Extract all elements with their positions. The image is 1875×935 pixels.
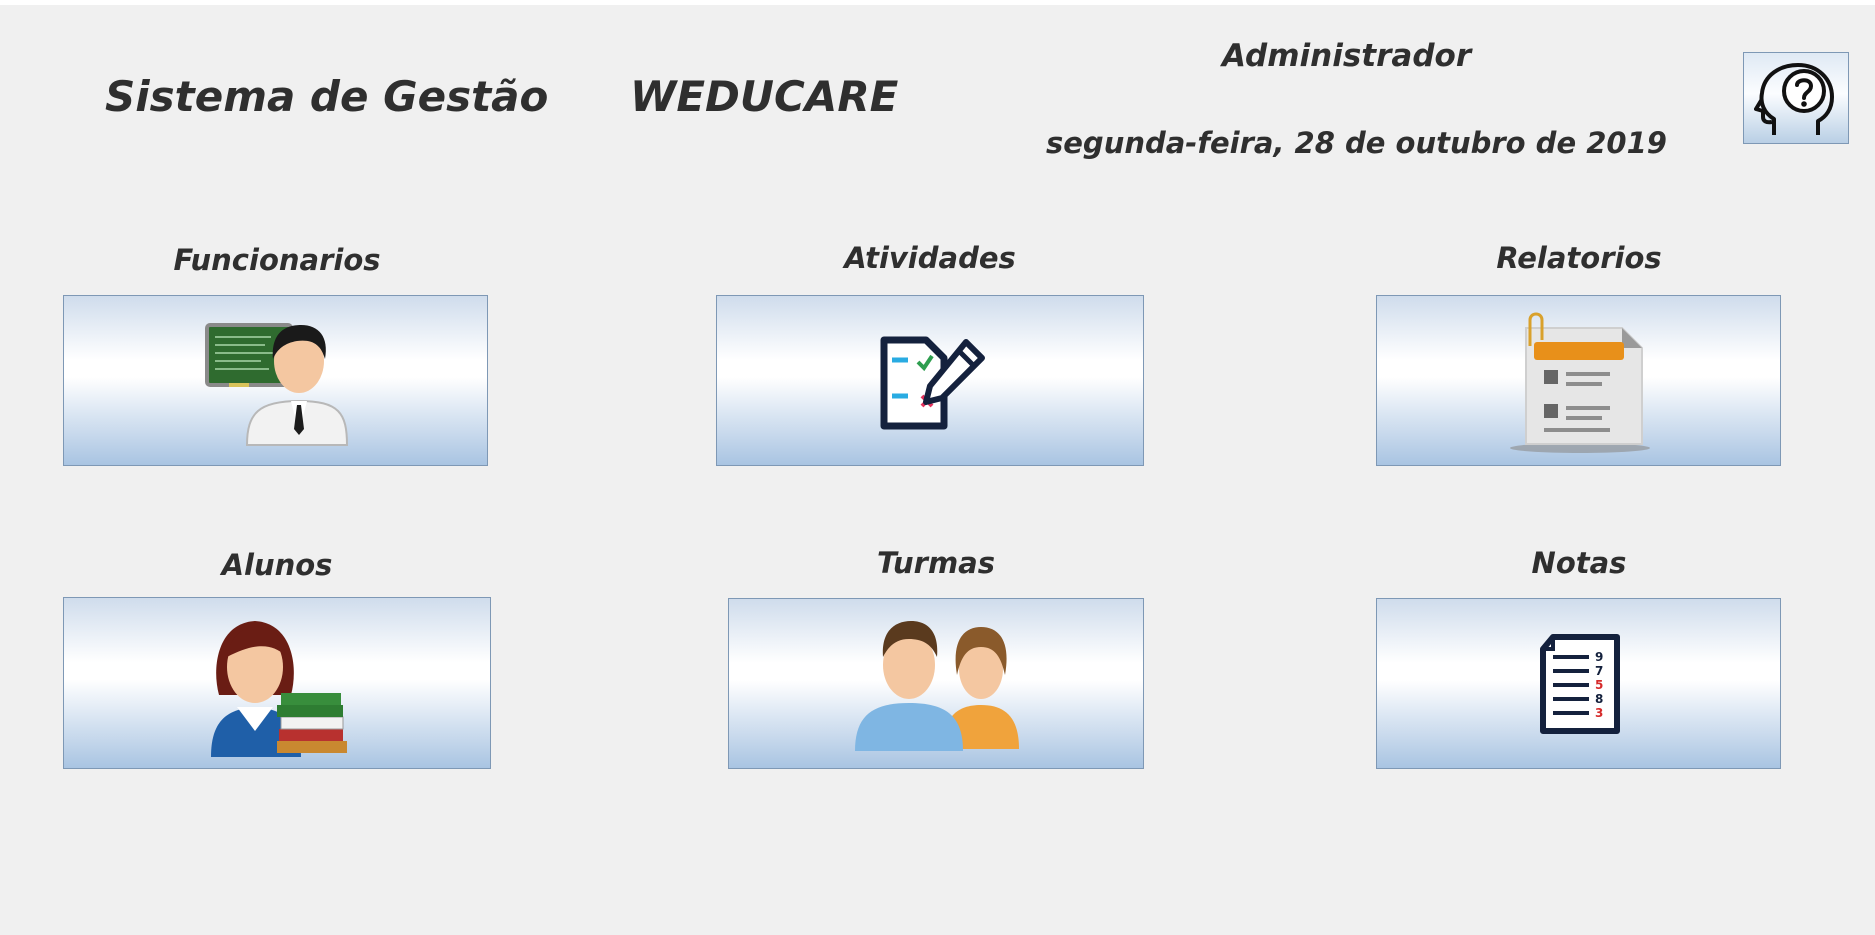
brand-name: WEDUCARE xyxy=(630,72,899,121)
window-top-border xyxy=(0,0,1875,5)
funcionarios-button[interactable] xyxy=(63,295,488,466)
report-icon xyxy=(1509,312,1650,453)
people-group-icon xyxy=(855,620,1019,751)
alunos-button[interactable] xyxy=(63,597,491,769)
relatorios-button[interactable] xyxy=(1376,295,1781,466)
svg-text:5: 5 xyxy=(1595,678,1603,692)
grades-document-icon: 9 7 5 8 3 xyxy=(1539,633,1620,734)
turmas-label: Turmas xyxy=(876,546,996,580)
atividades-button[interactable] xyxy=(716,295,1144,466)
svg-text:9: 9 xyxy=(1595,650,1603,664)
notas-label: Notas xyxy=(1531,546,1627,580)
student-icon xyxy=(211,621,347,757)
funcionarios-label: Funcionarios xyxy=(173,243,381,277)
teacher-icon xyxy=(204,322,348,446)
svg-text:7: 7 xyxy=(1595,664,1603,678)
user-role: Administrador xyxy=(1222,38,1472,74)
svg-text:8: 8 xyxy=(1595,692,1603,706)
app-title: Sistema de Gestão xyxy=(105,72,549,121)
current-date: segunda-feira, 28 de outubro de 2019 xyxy=(1046,126,1667,160)
alunos-label: Alunos xyxy=(221,548,333,582)
help-button[interactable] xyxy=(1743,52,1849,144)
edit-document-icon xyxy=(880,336,985,429)
relatorios-label: Relatorios xyxy=(1496,241,1662,275)
notas-button[interactable]: 9 7 5 8 3 xyxy=(1376,598,1781,769)
atividades-label: Atividades xyxy=(844,241,1016,275)
help-head-icon xyxy=(1754,63,1834,135)
turmas-button[interactable] xyxy=(728,598,1144,769)
svg-text:3: 3 xyxy=(1595,706,1603,720)
